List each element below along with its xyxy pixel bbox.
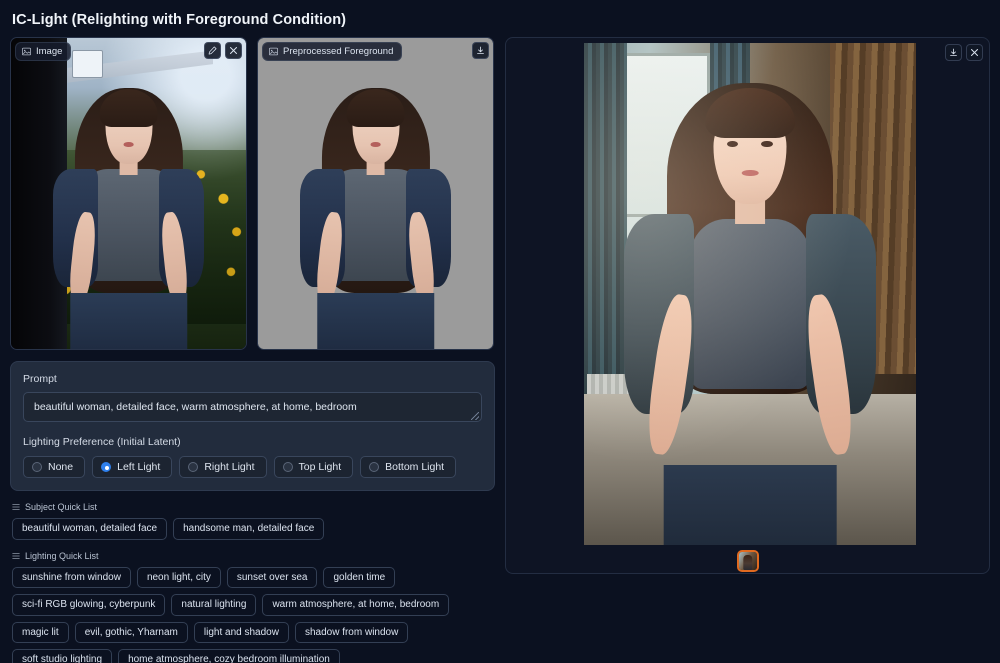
lighting-quick-item[interactable]: light and shadow xyxy=(193,621,289,643)
preprocessed-foreground-label-text: Preprocessed Foreground xyxy=(283,46,394,57)
input-image-panel[interactable]: Image xyxy=(10,37,247,350)
lighting-preference-group: None Left Light Right Light Top Light Bo… xyxy=(23,456,482,478)
gallery-thumb[interactable] xyxy=(736,550,759,572)
radio-label: Right Light xyxy=(204,461,255,473)
preprocessed-foreground-panel[interactable]: Preprocessed Foreground xyxy=(257,37,494,350)
radio-bottom-light[interactable]: Bottom Light xyxy=(360,456,457,478)
input-image-tools xyxy=(204,42,242,59)
lighting-quick-item[interactable]: warm atmosphere, at home, bedroom xyxy=(262,594,450,616)
main-layout: Image Preprocessed Foreground Prompt bea… xyxy=(0,28,1000,663)
subject-quick-list-header: Subject Quick List xyxy=(12,502,495,512)
lighting-quick-item[interactable]: soft studio lighting xyxy=(12,649,113,663)
lighting-quick-item[interactable]: home atmosphere, cozy bedroom illuminati… xyxy=(118,649,340,663)
radio-top-light[interactable]: Top Light xyxy=(273,456,354,478)
close-icon[interactable] xyxy=(966,44,983,61)
list-icon xyxy=(12,503,20,511)
radio-left-light[interactable]: Left Light xyxy=(92,456,173,478)
output-tools xyxy=(945,44,983,61)
radio-dot xyxy=(32,462,42,472)
preprocessed-foreground-preview xyxy=(258,38,493,349)
radio-label: Top Light xyxy=(298,461,342,473)
radio-label: Bottom Light xyxy=(385,461,445,473)
subject-quick-item[interactable]: beautiful woman, detailed face xyxy=(12,518,168,540)
preprocessed-foreground-canvas xyxy=(258,38,493,349)
input-image-label: Image xyxy=(15,42,72,61)
radio-dot xyxy=(369,462,380,472)
lighting-quick-item[interactable]: evil, gothic, Yharnam xyxy=(74,621,188,643)
lighting-quick-item[interactable]: magic lit xyxy=(12,621,69,643)
lighting-quick-list: sunshine from window neon light, city su… xyxy=(12,566,495,663)
radio-dot xyxy=(188,462,199,472)
input-image-label-text: Image xyxy=(36,46,63,57)
input-image-canvas xyxy=(11,38,246,349)
image-icon xyxy=(269,47,278,56)
subject-quick-list-label: Subject Quick List xyxy=(25,502,98,512)
close-icon[interactable] xyxy=(225,42,242,59)
lighting-quick-item[interactable]: sunshine from window xyxy=(12,566,131,588)
lighting-quick-item[interactable]: sci-fi RGB glowing, cyberpunk xyxy=(12,594,166,616)
radio-none[interactable]: None xyxy=(23,456,86,478)
input-image-preview xyxy=(11,38,246,349)
preprocessed-foreground-label: Preprocessed Foreground xyxy=(262,42,403,61)
download-icon[interactable] xyxy=(472,42,489,59)
subject-quick-list: beautiful woman, detailed face handsome … xyxy=(12,518,495,540)
left-column: Image Preprocessed Foreground Prompt bea… xyxy=(10,37,495,663)
input-image-row: Image Preprocessed Foreground xyxy=(10,37,495,350)
radio-label: Left Light xyxy=(117,461,161,473)
lighting-quick-item[interactable]: neon light, city xyxy=(136,566,221,588)
subject-quick-item[interactable]: handsome man, detailed face xyxy=(173,518,325,540)
output-image-preview xyxy=(584,43,916,545)
radio-label: None xyxy=(48,461,74,473)
lighting-quick-list-label: Lighting Quick List xyxy=(25,550,99,561)
image-icon xyxy=(22,47,31,56)
prompt-input[interactable]: beautiful woman, detailed face, warm atm… xyxy=(23,392,482,422)
radio-right-light[interactable]: Right Light xyxy=(179,456,267,478)
prompt-card: Prompt beautiful woman, detailed face, w… xyxy=(10,361,495,491)
prompt-label: Prompt xyxy=(23,373,57,385)
radio-dot xyxy=(282,462,293,472)
list-icon xyxy=(12,552,20,560)
lighting-quick-item[interactable]: golden time xyxy=(323,566,396,588)
lighting-quick-item[interactable]: natural lighting xyxy=(171,594,257,616)
lighting-quick-item[interactable]: shadow from window xyxy=(294,621,409,643)
lighting-quick-list-header: Lighting Quick List xyxy=(12,551,495,561)
output-image[interactable] xyxy=(584,43,916,545)
preprocessed-foreground-tools xyxy=(472,42,489,59)
radio-dot xyxy=(101,462,112,472)
lighting-quick-item[interactable]: sunset over sea xyxy=(226,566,318,588)
resize-handle[interactable] xyxy=(471,412,479,420)
right-column xyxy=(505,37,990,574)
edit-icon[interactable] xyxy=(204,42,221,59)
prompt-input-value: beautiful woman, detailed face, warm atm… xyxy=(34,401,357,413)
output-gallery xyxy=(506,550,989,572)
download-icon[interactable] xyxy=(945,44,962,61)
lighting-preference-label: Lighting Preference (Initial Latent) xyxy=(23,436,181,448)
page-title: IC-Light (Relighting with Foreground Con… xyxy=(12,12,347,28)
output-panel[interactable] xyxy=(505,37,990,574)
